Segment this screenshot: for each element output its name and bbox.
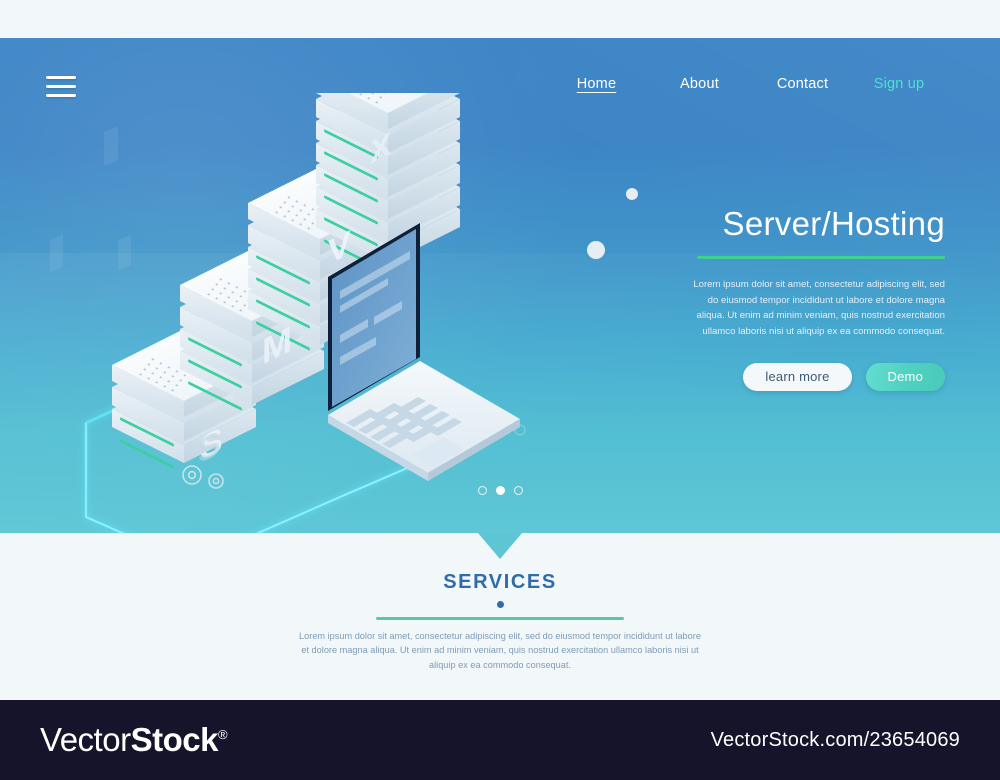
services-divider [376, 617, 624, 620]
carousel-pagination [0, 478, 1000, 502]
decorative-circle-small [626, 188, 638, 200]
footer-url: VectorStock.com/23654069 [710, 728, 960, 751]
demo-button[interactable]: Demo [865, 363, 945, 392]
hero-button-group: learn more Demo [685, 363, 945, 392]
laptop [328, 223, 520, 481]
hero-section: S S M V X Home About Contact Sign up Ser… [0, 38, 1000, 533]
carousel-dot-1[interactable] [477, 485, 487, 495]
services-accent-dot [496, 601, 504, 608]
nav-link-about[interactable]: About [648, 76, 751, 92]
hamburger-line-3 [46, 94, 76, 97]
vectorstock-preview-page: S S M V X Home About Contact Sign up Ser… [0, 0, 1000, 780]
carousel-dot-2[interactable] [495, 485, 505, 495]
section-notch-triangle [478, 533, 522, 559]
hamburger-line-2 [46, 85, 76, 88]
services-title: SERVICES [443, 571, 557, 593]
logo-text-stock: Stock [130, 721, 219, 758]
nav-link-home[interactable]: Home [545, 76, 648, 92]
logo-text-vector: Vector [40, 721, 131, 758]
hamburger-line-1 [46, 76, 76, 79]
watermark-footer: VectorStock® VectorStock.com/23654069 [0, 700, 1000, 780]
nav-link-contact[interactable]: Contact [751, 76, 854, 92]
hero-accent-rule [697, 256, 945, 260]
main-navigation: Home About Contact Sign up [545, 76, 944, 92]
registered-trademark-icon: ® [217, 727, 228, 742]
nav-link-signup[interactable]: Sign up [854, 76, 944, 92]
hero-title: Server/Hosting [722, 205, 945, 242]
vectorstock-logo: VectorStock® [40, 721, 228, 759]
services-paragraph: Lorem ipsum dolor sit amet, consectetur … [299, 630, 701, 671]
learn-more-button[interactable]: learn more [743, 363, 852, 392]
hero-paragraph: Lorem ipsum dolor sit amet, consectetur … [693, 279, 945, 337]
hamburger-menu-button[interactable] [46, 76, 76, 97]
decorative-circle-large [587, 241, 605, 259]
isometric-server-illustration: S S M V X [40, 93, 600, 533]
hero-content: Server/Hosting Lorem ipsum dolor sit ame… [685, 205, 945, 392]
carousel-dot-3[interactable] [513, 485, 523, 495]
